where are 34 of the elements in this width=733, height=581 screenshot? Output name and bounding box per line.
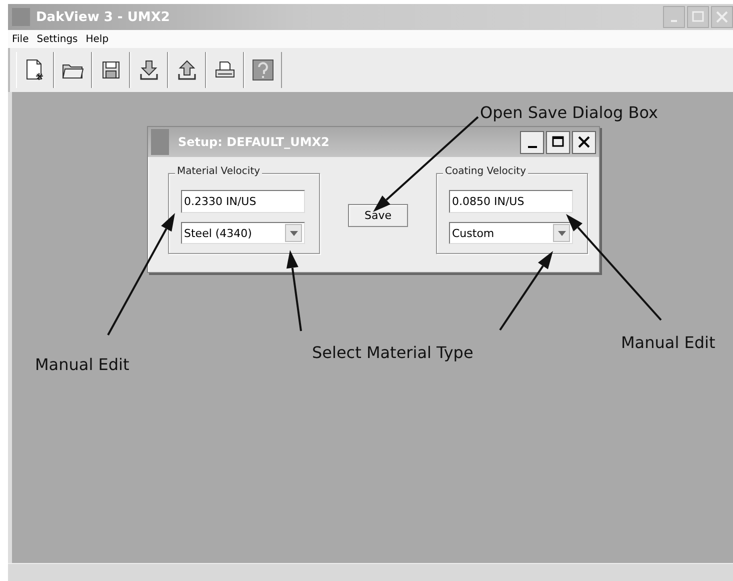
help-icon (252, 59, 274, 81)
maximize-icon (550, 134, 566, 150)
close-button[interactable] (572, 130, 596, 154)
group-label: Material Velocity (175, 166, 262, 177)
minimize-icon (528, 146, 536, 148)
material-dropdown[interactable]: Steel (4340) (181, 222, 305, 244)
menu-item[interactable]: Help (86, 34, 109, 44)
minimize-icon (670, 20, 678, 22)
dialog-title: Setup: DEFAULT_UMX2 (178, 135, 330, 149)
annotation-label: Manual Edit (621, 333, 716, 352)
download-icon (140, 60, 158, 80)
menu-item[interactable]: File (12, 34, 29, 44)
dropdown-caret-icon (558, 230, 566, 236)
maximize-icon (692, 11, 704, 23)
velocity-field[interactable]: 0.2330 IN/US (181, 190, 305, 213)
material-dropdown[interactable]: Custom (449, 222, 573, 244)
maximize-button[interactable] (546, 130, 570, 154)
annotation-label: Open Save Dialog Box (480, 103, 658, 122)
printer-icon (215, 61, 235, 79)
annotation-label: Select Material Type (312, 343, 474, 362)
close-icon (576, 134, 592, 150)
window-title: DakView 3 - UMX2 (36, 10, 171, 24)
close-icon (716, 11, 728, 23)
app-icon (12, 8, 30, 26)
velocity-field[interactable]: 0.0850 IN/US (449, 190, 573, 213)
group-label: Coating Velocity (443, 166, 528, 177)
upload-icon (178, 60, 196, 80)
new-file-icon (25, 59, 45, 81)
app-icon (151, 129, 169, 155)
annotation-label: Manual Edit (35, 355, 130, 374)
save-button[interactable]: Save (348, 204, 408, 227)
menu-item[interactable]: Settings (36, 34, 78, 44)
minimize-button[interactable] (520, 130, 544, 154)
dropdown-caret-icon (290, 230, 298, 236)
